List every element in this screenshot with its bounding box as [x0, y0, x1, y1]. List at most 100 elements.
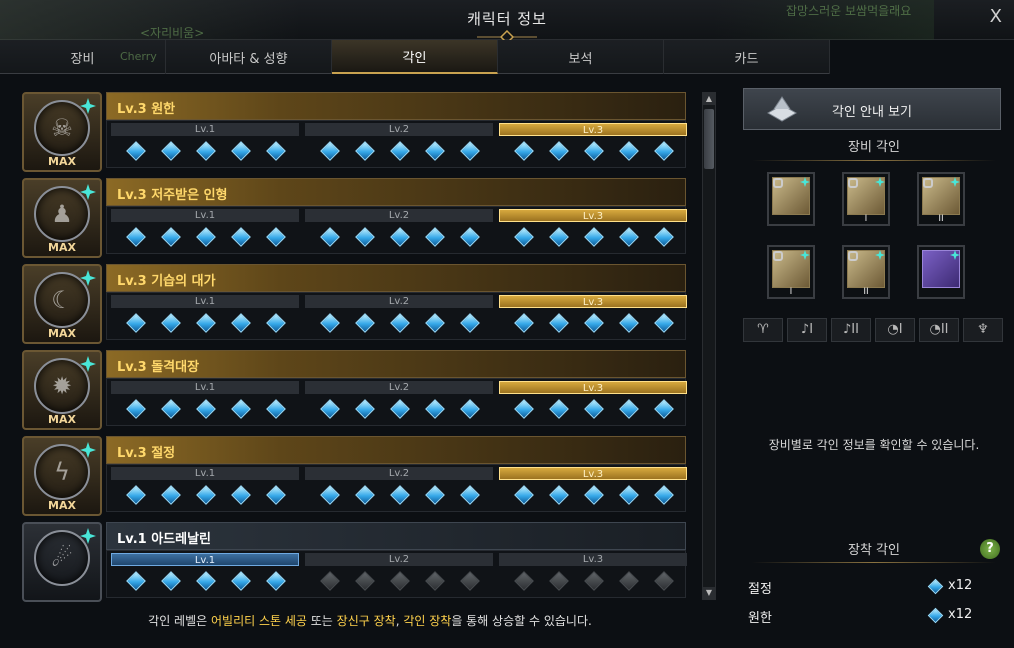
engraving-row[interactable]: ✹ MAX Lv.3 돌격대장 Lv.1 Lv.2 Lv.3 — [22, 350, 690, 430]
equipment-slot[interactable] — [767, 172, 815, 226]
gem-icon — [549, 141, 569, 161]
gem-icon — [549, 485, 569, 505]
window-title: 캐릭터 정보 — [467, 10, 547, 28]
gem-icon — [619, 399, 639, 419]
gem-icon — [161, 141, 181, 161]
help-button[interactable]: ? — [980, 539, 1000, 559]
sparkle-badge-icon — [80, 442, 96, 458]
gem-icon — [231, 227, 251, 247]
equipped-engraving-count: x12 — [948, 607, 973, 622]
engraving-name: Lv.3 저주받은 인형 — [117, 188, 228, 203]
slot-roman-label: II — [863, 287, 869, 297]
gem-icon — [161, 485, 181, 505]
gem-icon — [654, 571, 674, 591]
lock-icon — [923, 178, 933, 188]
slot-filter-button[interactable]: ♪I — [787, 318, 827, 342]
scroll-thumb[interactable] — [704, 109, 714, 169]
sparkle-badge-icon — [80, 270, 96, 286]
slot-filter-button[interactable]: ♈ — [743, 318, 783, 342]
engraving-row[interactable]: ☾ MAX Lv.3 기습의 대가 Lv.1 Lv.2 Lv.3 — [22, 264, 690, 344]
engraving-guide-button[interactable]: 각인 안내 보기 — [743, 88, 1001, 130]
equipment-slot[interactable]: I — [842, 172, 890, 226]
equipment-slot[interactable] — [917, 245, 965, 299]
gem-icon — [196, 141, 216, 161]
gem-icon — [654, 313, 674, 333]
tab-avatar-tendency[interactable]: 아바타 & 성향 — [166, 40, 332, 74]
sparkle-badge-icon — [80, 98, 96, 114]
gem-icon — [196, 571, 216, 591]
level-label: Lv.3 — [499, 295, 687, 308]
level-segment: Lv.3 — [499, 381, 689, 423]
gem-icon — [126, 485, 146, 505]
tab-engraving[interactable]: 각인 — [332, 40, 498, 74]
gem-icon — [355, 399, 375, 419]
max-label: MAX — [48, 155, 76, 168]
scroll-up-button[interactable]: ▲ — [703, 93, 715, 105]
gem-icon — [460, 485, 480, 505]
gem-icon — [320, 313, 340, 333]
gem-icon — [619, 227, 639, 247]
tab-gem[interactable]: 보석 — [498, 40, 664, 74]
slot-filter-button[interactable]: ♪II — [831, 318, 871, 342]
level-label: Lv.1 — [111, 295, 299, 308]
slot-filter-button[interactable]: ◔II — [919, 318, 959, 342]
max-label: MAX — [48, 327, 76, 340]
gem-icon — [549, 399, 569, 419]
level-label: Lv.3 — [499, 123, 687, 136]
level-label: Lv.2 — [305, 209, 493, 222]
gem-icon — [196, 399, 216, 419]
equipped-engraving-row: 원한 x12 — [748, 605, 998, 627]
gem-icon — [196, 227, 216, 247]
title-bar: <자리비움> 잡망스러운 보쌈먹을래요 캐릭터 정보 X — [0, 0, 1014, 44]
level-panel: Lv.1 Lv.2 Lv.3 — [106, 378, 689, 426]
gem-icon — [390, 227, 410, 247]
gem-icon — [549, 227, 569, 247]
info-text: 장비별로 각인 정보를 확인할 수 있습니다. — [768, 438, 980, 452]
gem-icon — [460, 399, 480, 419]
level-label: Lv.1 — [111, 553, 299, 566]
slot-filter-button[interactable]: ◔I — [875, 318, 915, 342]
sparkle-badge-icon — [875, 250, 885, 260]
gem-icon — [619, 313, 639, 333]
gem-icon — [231, 399, 251, 419]
engraving-name: Lv.1 아드레날린 — [117, 532, 212, 547]
slot-roman-label: II — [938, 214, 944, 224]
slot-filter-button[interactable]: ♆ — [963, 318, 1003, 342]
gem-icon — [514, 485, 534, 505]
sparkle-badge-icon — [950, 177, 960, 187]
gem-icon — [231, 141, 251, 161]
level-label: Lv.1 — [111, 467, 299, 480]
gem-icon — [654, 141, 674, 161]
gem-icon — [584, 141, 604, 161]
level-label: Lv.2 — [305, 295, 493, 308]
close-button[interactable]: X — [990, 6, 1002, 27]
level-label: Lv.1 — [111, 381, 299, 394]
gem-icon — [619, 571, 639, 591]
engraving-row[interactable]: ♟ MAX Lv.3 저주받은 인형 Lv.1 Lv.2 Lv.3 — [22, 178, 690, 258]
engraving-icon-frame: ☠ MAX — [22, 92, 102, 172]
engraving-row[interactable]: ☠ MAX Lv.3 원한 Lv.1 Lv.2 Lv.3 — [22, 92, 690, 172]
tab-card[interactable]: 카드 — [664, 40, 830, 74]
equipment-slot[interactable]: II — [842, 245, 890, 299]
gem-icon — [514, 313, 534, 333]
equipped-engraving-row: 절정 x12 — [748, 576, 998, 598]
scroll-down-button[interactable]: ▼ — [703, 587, 715, 599]
bg-text-name: Cherry — [120, 50, 157, 63]
gem-icon — [320, 399, 340, 419]
gem-icon — [927, 607, 944, 624]
engraving-row[interactable]: ☄ Lv.1 아드레날린 Lv.1 Lv.2 Lv.3 — [22, 522, 690, 602]
engraving-name: Lv.3 기습의 대가 — [117, 274, 216, 289]
engraving-name: Lv.3 원한 — [117, 102, 176, 117]
equipment-slot[interactable]: I — [767, 245, 815, 299]
engraving-icon-frame: ☄ — [22, 522, 102, 602]
level-label: Lv.3 — [499, 467, 687, 480]
engraving-row[interactable]: ϟ MAX Lv.3 절정 Lv.1 Lv.2 Lv.3 — [22, 436, 690, 516]
scrollbar[interactable]: ▲ ▼ — [702, 92, 716, 600]
equipment-slot[interactable]: II — [917, 172, 965, 226]
level-panel: Lv.1 Lv.2 Lv.3 — [106, 550, 687, 598]
gem-icon — [126, 399, 146, 419]
gem-icon — [355, 141, 375, 161]
gem-icon — [460, 141, 480, 161]
gem-icon — [161, 399, 181, 419]
engraving-name-bar: Lv.3 돌격대장 — [106, 350, 686, 378]
